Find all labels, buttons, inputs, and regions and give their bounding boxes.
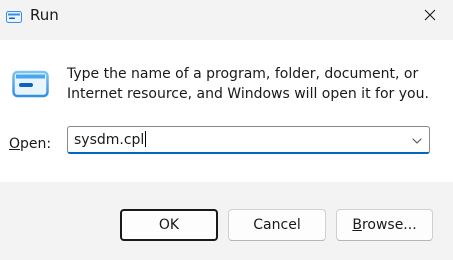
window-title: Run (30, 6, 59, 24)
text-caret (145, 131, 147, 147)
dialog-content: Type the name of a program, folder, docu… (0, 40, 453, 182)
browse-button[interactable]: Browse... (336, 209, 433, 241)
close-button[interactable] (407, 0, 453, 32)
open-input[interactable]: sysdm.cpl (74, 130, 147, 150)
browse-label: rowse... (361, 217, 417, 233)
title-bar[interactable]: Run (0, 0, 453, 32)
cancel-button[interactable]: Cancel (228, 209, 326, 241)
open-combobox[interactable]: sysdm.cpl (67, 126, 430, 154)
open-input-value: sysdm.cpl (74, 132, 145, 148)
open-label: Open: (9, 134, 51, 154)
browse-mnemonic: B (352, 217, 362, 233)
run-icon (12, 70, 50, 98)
open-label-text: pen: (20, 136, 52, 152)
ok-button[interactable]: OK (120, 209, 218, 241)
run-dialog: Run Type the name of a program, folder, … (0, 0, 453, 260)
dialog-description: Type the name of a program, folder, docu… (67, 66, 429, 102)
run-icon (6, 8, 22, 23)
open-label-mnemonic: O (9, 136, 21, 152)
close-icon (424, 9, 436, 21)
chevron-down-icon[interactable] (410, 133, 424, 147)
